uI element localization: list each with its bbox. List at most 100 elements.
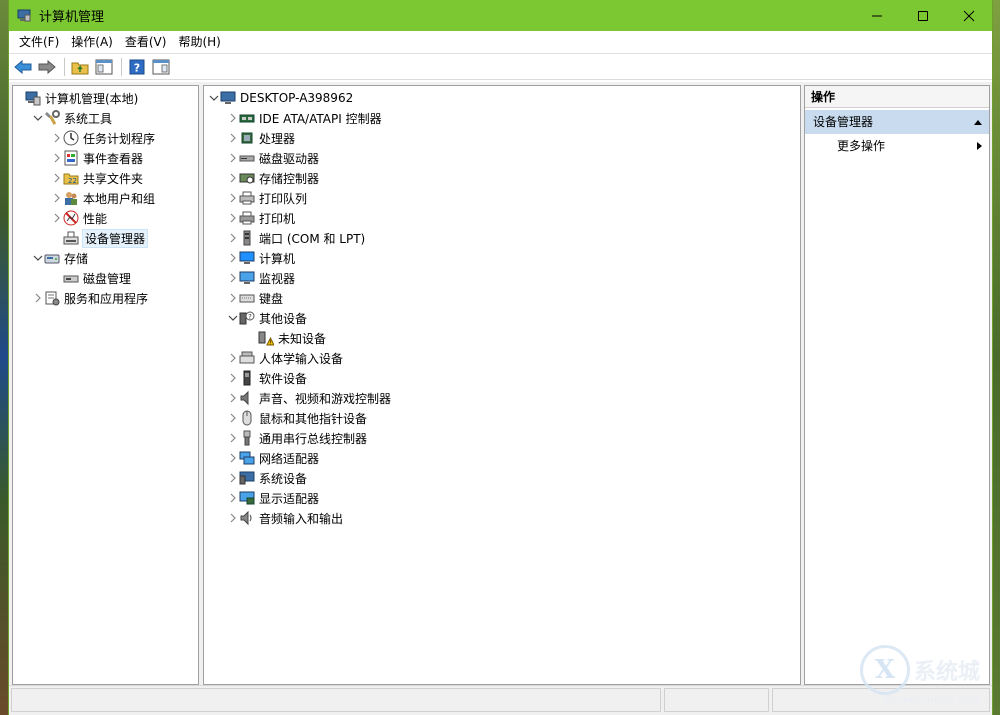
tree-row[interactable]: 打印机: [204, 208, 800, 228]
chevron-right-icon[interactable]: [51, 213, 63, 223]
tree-row[interactable]: 系统工具: [13, 108, 198, 128]
menu-view[interactable]: 查看(V): [119, 31, 173, 54]
chevron-right-icon[interactable]: [227, 213, 239, 223]
chevron-right-icon[interactable]: [227, 393, 239, 403]
unknown-device-warning-icon: !: [258, 330, 275, 346]
chevron-right-icon[interactable]: [227, 353, 239, 363]
actions-pane: 操作 设备管理器 更多操作: [804, 85, 990, 685]
system-device-icon: [239, 470, 255, 486]
tree-row[interactable]: 存储: [13, 248, 198, 268]
tree-row[interactable]: 人体学输入设备: [204, 348, 800, 368]
menu-help[interactable]: 帮助(H): [172, 31, 226, 54]
chevron-right-icon[interactable]: [51, 133, 63, 143]
tree-item-label: 性能: [83, 211, 108, 226]
chevron-right-icon[interactable]: [32, 293, 44, 303]
chevron-right-icon[interactable]: [51, 193, 63, 203]
chevron-right-icon[interactable]: [227, 373, 239, 383]
tree-row[interactable]: 处理器: [204, 128, 800, 148]
chevron-right-icon[interactable]: [227, 493, 239, 503]
up-level-button[interactable]: [69, 56, 91, 78]
show-hide-action-pane-button[interactable]: [150, 56, 172, 78]
tree-row[interactable]: 声音、视频和游戏控制器: [204, 388, 800, 408]
tree-row[interactable]: 任务计划程序: [13, 128, 198, 148]
tree-row[interactable]: 端口 (COM 和 LPT): [204, 228, 800, 248]
chevron-right-icon[interactable]: [227, 113, 239, 123]
tree-row[interactable]: 计算机管理(本地): [13, 88, 198, 108]
tree-row[interactable]: 显示适配器: [204, 488, 800, 508]
tree-row[interactable]: 22 共享文件夹: [13, 168, 198, 188]
tree-row[interactable]: 网络适配器: [204, 448, 800, 468]
tree-row[interactable]: 系统设备: [204, 468, 800, 488]
tree-row[interactable]: 音频输入和输出: [204, 508, 800, 528]
computer-management-icon: [25, 90, 41, 106]
usb-icon: [239, 430, 255, 446]
mouse-icon: [239, 410, 255, 426]
tree-row-root[interactable]: DESKTOP-A398962: [204, 88, 800, 108]
help-button[interactable]: ?: [126, 56, 148, 78]
tree-row[interactable]: 打印队列: [204, 188, 800, 208]
chevron-right-icon[interactable]: [227, 413, 239, 423]
storage-icon: [44, 250, 60, 266]
tree-row[interactable]: 磁盘管理: [13, 268, 198, 288]
show-hide-tree-button[interactable]: [93, 56, 115, 78]
tree-item-label: 系统工具: [64, 111, 113, 126]
port-icon: [239, 230, 255, 246]
chevron-down-icon[interactable]: [208, 93, 220, 103]
tree-row[interactable]: 计算机: [204, 248, 800, 268]
print-queue-icon: [239, 190, 255, 206]
forward-button[interactable]: [36, 56, 58, 78]
tree-row[interactable]: 设备管理器: [13, 228, 198, 248]
tree-item-label: 网络适配器: [259, 451, 320, 466]
chevron-right-icon[interactable]: [227, 153, 239, 163]
chevron-right-icon[interactable]: [227, 133, 239, 143]
chevron-down-icon[interactable]: [227, 313, 239, 323]
chevron-right-icon[interactable]: [227, 513, 239, 523]
maximize-button[interactable]: [900, 0, 946, 31]
back-button[interactable]: [12, 56, 34, 78]
printer-icon: [239, 210, 255, 226]
tree-row[interactable]: 通用串行总线控制器: [204, 428, 800, 448]
chevron-right-icon[interactable]: [227, 293, 239, 303]
chevron-right-icon[interactable]: [227, 473, 239, 483]
chevron-right-icon[interactable]: [227, 253, 239, 263]
tree-item-label: 存储控制器: [259, 171, 320, 186]
tree-row[interactable]: ? 其他设备: [204, 308, 800, 328]
tree-row[interactable]: 存储控制器: [204, 168, 800, 188]
minimize-button[interactable]: [854, 0, 900, 31]
title-bar[interactable]: 计算机管理: [9, 0, 992, 31]
actions-section-label: 设备管理器: [813, 115, 874, 129]
tree-row[interactable]: 鼠标和其他指针设备: [204, 408, 800, 428]
device-manager-icon: [63, 230, 79, 246]
chevron-right-icon[interactable]: [227, 233, 239, 243]
tree-row[interactable]: 本地用户和组: [13, 188, 198, 208]
tree-row[interactable]: 性能: [13, 208, 198, 228]
tree-item-label: 磁盘管理: [83, 271, 132, 286]
chevron-down-icon[interactable]: [32, 113, 44, 123]
desktop-computer-icon: [220, 90, 236, 106]
chevron-right-icon[interactable]: [227, 433, 239, 443]
chevron-right-icon[interactable]: [227, 173, 239, 183]
tree-item-label: 处理器: [259, 131, 296, 146]
tree-row[interactable]: 磁盘驱动器: [204, 148, 800, 168]
tree-row[interactable]: IDE ATA/ATAPI 控制器: [204, 108, 800, 128]
chevron-right-icon[interactable]: [227, 453, 239, 463]
close-button[interactable]: [946, 0, 992, 31]
chevron-right-icon[interactable]: [227, 193, 239, 203]
chevron-right-icon[interactable]: [51, 153, 63, 163]
tree-row[interactable]: ! 未知设备: [204, 328, 800, 348]
tree-row[interactable]: 服务和应用程序: [13, 288, 198, 308]
tree-row[interactable]: 软件设备: [204, 368, 800, 388]
tree-item-label: 监视器: [259, 271, 296, 286]
chevron-right-icon[interactable]: [227, 273, 239, 283]
tree-item-label: IDE ATA/ATAPI 控制器: [259, 111, 382, 126]
tree-row[interactable]: 监视器: [204, 268, 800, 288]
actions-section-device-manager[interactable]: 设备管理器: [805, 110, 989, 134]
svg-text:?: ?: [248, 313, 252, 321]
tree-row[interactable]: 键盘: [204, 288, 800, 308]
more-actions-item[interactable]: 更多操作: [805, 134, 989, 158]
menu-file[interactable]: 文件(F): [13, 31, 65, 54]
menu-action[interactable]: 操作(A): [65, 31, 119, 54]
tree-row[interactable]: 事件查看器: [13, 148, 198, 168]
chevron-down-icon[interactable]: [32, 253, 44, 263]
chevron-right-icon[interactable]: [51, 173, 63, 183]
